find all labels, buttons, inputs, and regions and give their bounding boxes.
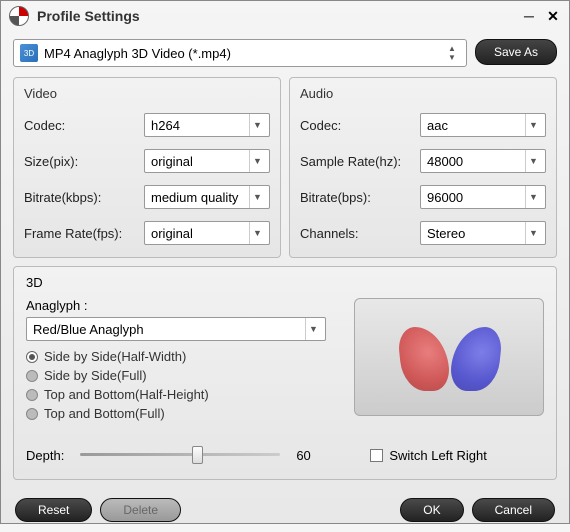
cancel-button[interactable]: Cancel	[472, 498, 555, 522]
chevron-down-icon: ▼	[525, 222, 541, 244]
audio-codec-label: Codec:	[300, 118, 420, 133]
chevron-down-icon: ▼	[249, 150, 265, 172]
depth-value: 60	[296, 448, 326, 463]
chevron-down-icon: ▼	[249, 114, 265, 136]
radio-sbs-half[interactable]: Side by Side(Half-Width)	[26, 349, 334, 364]
chevron-down-icon: ▼	[305, 318, 321, 340]
three-d-preview	[354, 298, 544, 416]
audio-group: Audio Codec: aac▼ Sample Rate(hz): 48000…	[289, 77, 557, 258]
video-bitrate-label: Bitrate(kbps):	[24, 190, 144, 205]
three-d-title: 3D	[26, 275, 544, 290]
anaglyph-label: Anaglyph :	[26, 298, 334, 313]
radio-sbs-full[interactable]: Side by Side(Full)	[26, 368, 334, 383]
minimize-button[interactable]: ─	[521, 8, 537, 24]
radio-icon	[26, 408, 38, 420]
video-size-select[interactable]: original▼	[144, 149, 270, 173]
titlebar: Profile Settings ─ ✕	[1, 1, 569, 31]
video-bitrate-select[interactable]: medium quality▼	[144, 185, 270, 209]
video-title: Video	[24, 86, 270, 101]
chevron-down-icon: ▼	[525, 150, 541, 172]
footer: Reset Delete OK Cancel	[1, 488, 569, 532]
radio-icon	[26, 370, 38, 382]
depth-label: Depth:	[26, 448, 64, 463]
radio-icon	[26, 351, 38, 363]
ok-button[interactable]: OK	[400, 498, 463, 522]
chevron-down-icon: ▼	[525, 186, 541, 208]
close-button[interactable]: ✕	[545, 8, 561, 24]
chevron-down-icon: ▼	[525, 114, 541, 136]
video-size-label: Size(pix):	[24, 154, 144, 169]
video-codec-select[interactable]: h264▼	[144, 113, 270, 137]
audio-codec-select[interactable]: aac▼	[420, 113, 546, 137]
slider-track	[80, 453, 280, 456]
app-icon	[9, 6, 29, 26]
video-fps-label: Frame Rate(fps):	[24, 226, 144, 241]
radio-tb-full[interactable]: Top and Bottom(Full)	[26, 406, 334, 421]
switch-left-right-label: Switch Left Right	[389, 448, 487, 463]
audio-channels-select[interactable]: Stereo▼	[420, 221, 546, 245]
switch-left-right-checkbox[interactable]	[370, 449, 383, 462]
video-group: Video Codec: h264▼ Size(pix): original▼ …	[13, 77, 281, 258]
video-codec-label: Codec:	[24, 118, 144, 133]
window-title: Profile Settings	[37, 8, 513, 24]
video-fps-select[interactable]: original▼	[144, 221, 270, 245]
profile-name: MP4 Anaglyph 3D Video (*.mp4)	[44, 46, 444, 61]
butterfly-icon	[390, 319, 510, 399]
profile-selector[interactable]: 3D MP4 Anaglyph 3D Video (*.mp4) ▲▼	[13, 39, 467, 67]
profile-3d-icon: 3D	[20, 44, 38, 62]
audio-channels-label: Channels:	[300, 226, 420, 241]
audio-samplerate-label: Sample Rate(hz):	[300, 154, 420, 169]
three-d-group: 3D Anaglyph : Red/Blue Anaglyph▼ Side by…	[13, 266, 557, 480]
delete-button: Delete	[100, 498, 181, 522]
reset-button[interactable]: Reset	[15, 498, 92, 522]
depth-slider[interactable]	[80, 445, 280, 465]
audio-bitrate-label: Bitrate(bps):	[300, 190, 420, 205]
audio-bitrate-select[interactable]: 96000▼	[420, 185, 546, 209]
anaglyph-select[interactable]: Red/Blue Anaglyph▼	[26, 317, 326, 341]
audio-title: Audio	[300, 86, 546, 101]
radio-icon	[26, 389, 38, 401]
chevron-down-icon: ▼	[249, 186, 265, 208]
slider-thumb[interactable]	[192, 446, 203, 464]
radio-tb-half[interactable]: Top and Bottom(Half-Height)	[26, 387, 334, 402]
chevron-down-icon: ▼	[249, 222, 265, 244]
save-as-button[interactable]: Save As	[475, 39, 557, 65]
audio-samplerate-select[interactable]: 48000▼	[420, 149, 546, 173]
stepper-icon: ▲▼	[444, 44, 460, 62]
